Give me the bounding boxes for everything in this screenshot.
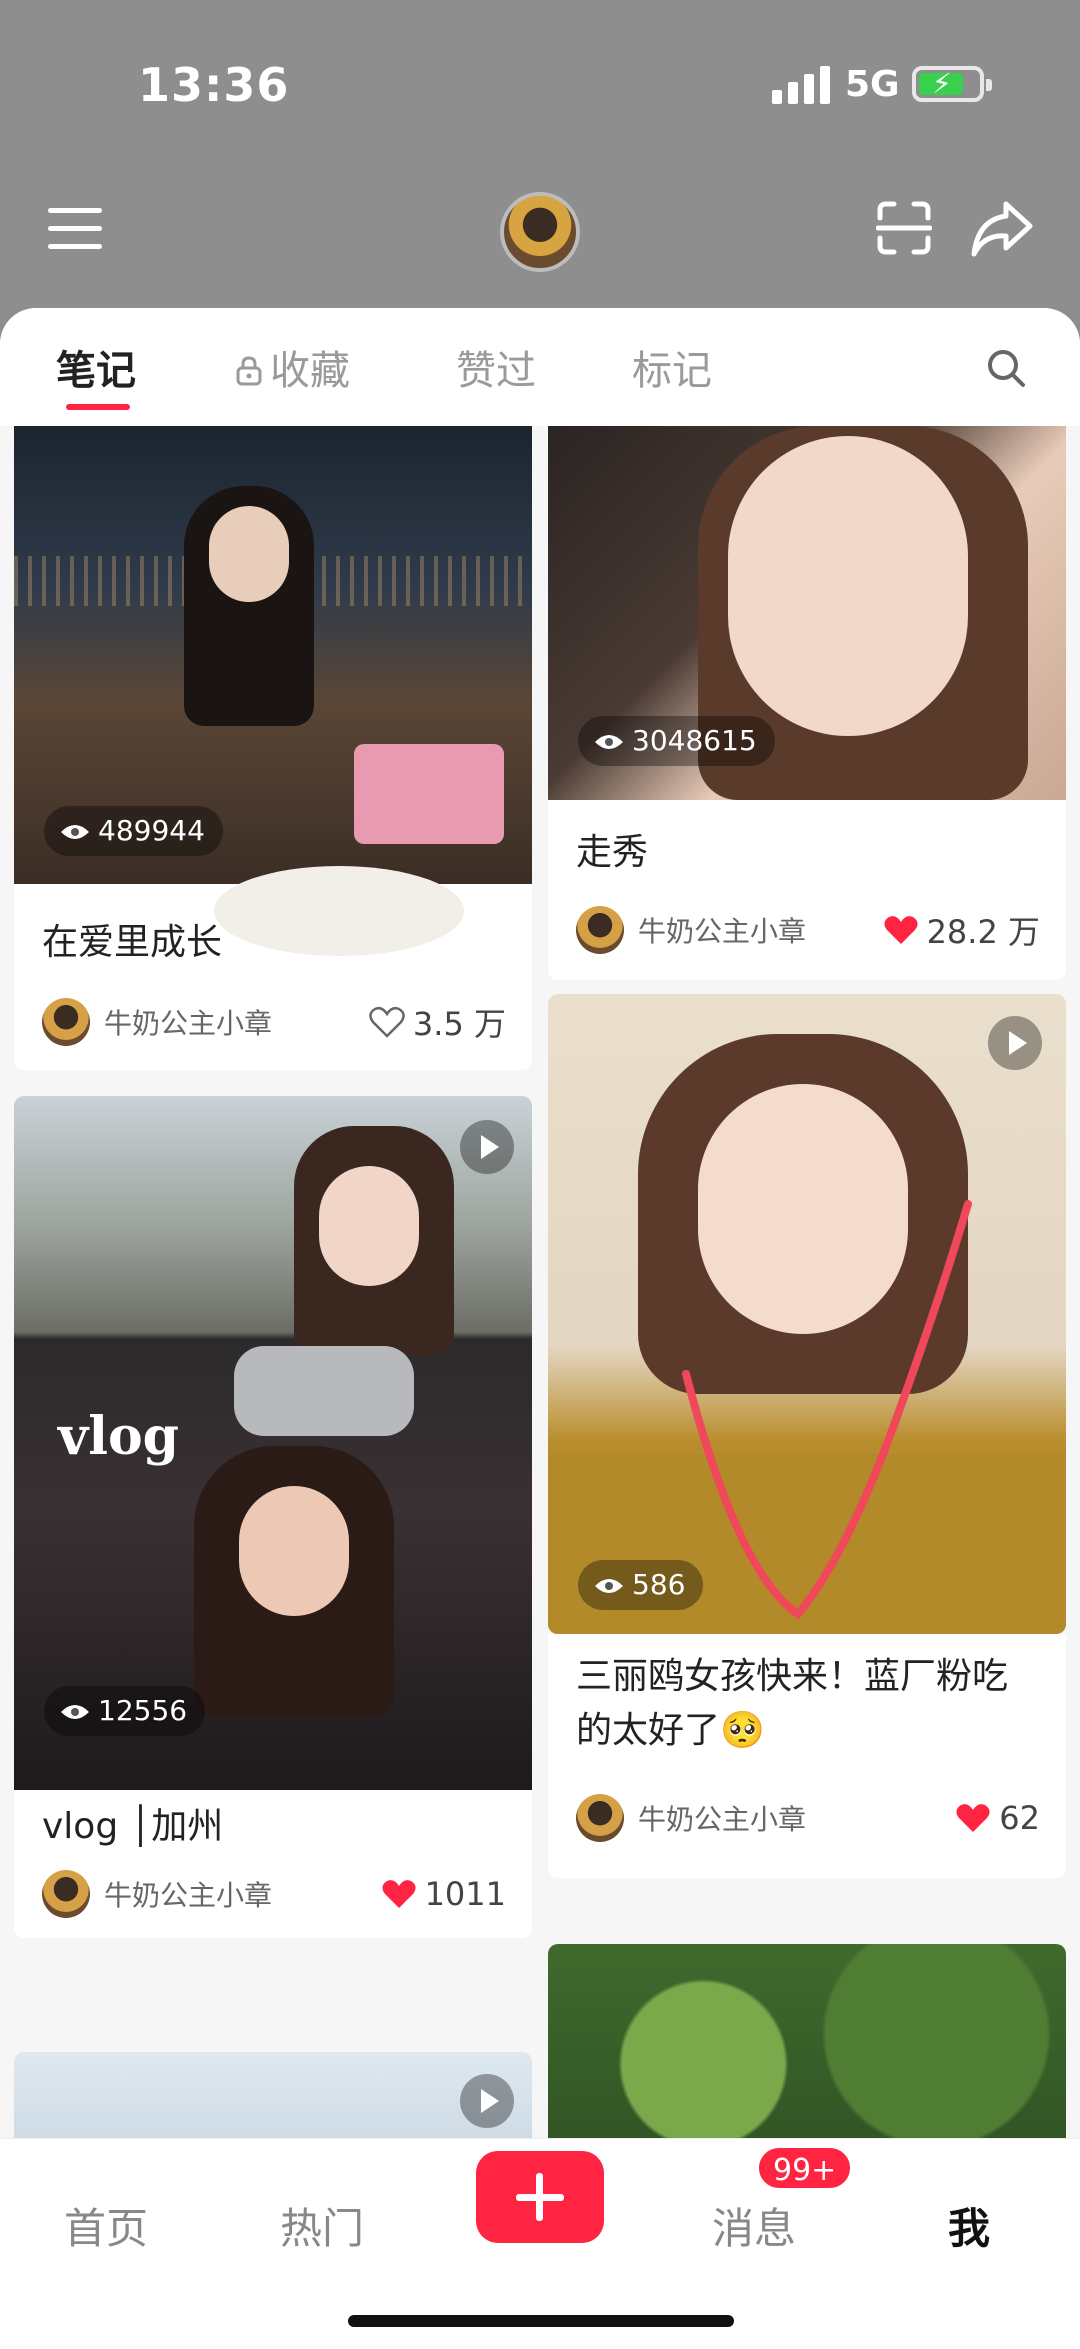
note-author[interactable]: 牛奶公主小章 — [42, 996, 272, 1048]
vlog-overlay-text: vlog — [58, 1406, 180, 1467]
nav-messages[interactable]: 消息 — [712, 2195, 796, 2256]
eye-icon — [61, 1705, 89, 1719]
like-button[interactable]: 62 — [955, 1792, 1040, 1844]
create-post-button[interactable] — [476, 2151, 604, 2243]
note-title: 三丽鸥女孩快来！蓝厂粉吃的太好了🥺 — [576, 1656, 1009, 1751]
note-card-footer[interactable]: vlog │加州 牛奶公主小章 1011 — [14, 1790, 532, 1938]
network-type: 5G — [845, 64, 900, 105]
battery-icon: ⚡ — [912, 66, 992, 102]
bottom-nav: 首页 热门 消息 99+ 我 — [0, 2138, 1080, 2349]
search-icon[interactable] — [986, 348, 1026, 388]
note-card[interactable]: 489944 在爱里成长 牛奶公主小章 3.5 万 — [14, 426, 532, 1070]
like-button[interactable]: 3.5 万 — [369, 996, 506, 1048]
tab-marked[interactable]: 标记 — [632, 338, 712, 396]
note-card-footer[interactable]: 三丽鸥女孩快来！蓝厂粉吃的太好了🥺 牛奶公主小章 62 — [548, 1634, 1066, 1878]
signal-icon — [772, 66, 832, 104]
play-icon — [988, 1016, 1042, 1070]
view-count: 489944 — [44, 806, 223, 856]
note-cover-image — [548, 1944, 1066, 2138]
note-author[interactable]: 牛奶公主小章 — [576, 1792, 806, 1844]
note-card[interactable] — [14, 2052, 532, 2138]
play-icon — [460, 1120, 514, 1174]
avatar[interactable] — [500, 192, 580, 272]
scan-icon[interactable] — [876, 200, 932, 256]
note-card[interactable]: 586 — [548, 994, 1066, 1634]
tab-collections-label: 收藏 — [270, 348, 350, 394]
avatar — [42, 1870, 90, 1918]
heart-filled-icon — [381, 1880, 416, 1908]
heart-filled-icon — [956, 1804, 990, 1832]
home-indicator — [348, 2315, 734, 2327]
tab-notes[interactable]: 笔记 — [56, 338, 136, 396]
menu-icon[interactable] — [48, 206, 102, 252]
like-button[interactable]: 1011 — [381, 1868, 506, 1920]
nav-me[interactable]: 我 — [948, 2195, 990, 2256]
view-count: 586 — [578, 1560, 704, 1610]
play-icon — [460, 2074, 514, 2128]
like-button[interactable]: 28.2 万 — [883, 904, 1040, 956]
note-title: vlog │加州 — [42, 1806, 224, 1847]
red-v-annotation — [682, 1200, 972, 1620]
heart-outline-icon — [369, 1006, 405, 1038]
view-count: 3048615 — [578, 716, 775, 766]
profile-tabs: 笔记 收藏 赞过 标记 — [0, 308, 1080, 426]
lock-icon — [236, 356, 262, 386]
note-author[interactable]: 牛奶公主小章 — [576, 904, 806, 956]
tab-liked[interactable]: 赞过 — [456, 338, 536, 396]
message-badge: 99+ — [756, 2145, 854, 2191]
view-count: 12556 — [44, 1686, 206, 1736]
nav-home[interactable]: 首页 — [64, 2195, 148, 2256]
avatar — [576, 906, 624, 954]
eye-icon — [595, 735, 623, 749]
status-time: 13:36 — [138, 58, 290, 112]
eye-icon — [595, 1579, 623, 1593]
status-bar: 13:36 5G ⚡ — [0, 0, 1080, 170]
notes-sheet: 笔记 收藏 赞过 标记 489944 在爱里成长 牛奶公主小章 3.5 万 vl… — [0, 308, 1080, 2138]
note-cover-image — [14, 2052, 532, 2138]
tab-collections[interactable]: 收藏 — [236, 338, 350, 396]
note-author[interactable]: 牛奶公主小章 — [42, 1868, 272, 1920]
note-title: 在爱里成长 — [42, 922, 223, 963]
eye-icon — [61, 825, 89, 839]
avatar — [42, 998, 90, 1046]
note-card[interactable]: vlog 12556 — [14, 1096, 532, 1840]
note-title: 走秀 — [576, 832, 649, 873]
nav-trending[interactable]: 热门 — [280, 2195, 364, 2256]
avatar — [576, 1794, 624, 1842]
profile-top-bar — [0, 170, 1080, 310]
tab-active-indicator — [66, 404, 130, 410]
share-icon[interactable] — [970, 198, 1034, 258]
note-card[interactable] — [548, 1944, 1066, 2138]
note-card[interactable]: 3048615 走秀 牛奶公主小章 28.2 万 — [548, 426, 1066, 980]
heart-filled-icon — [883, 916, 918, 944]
